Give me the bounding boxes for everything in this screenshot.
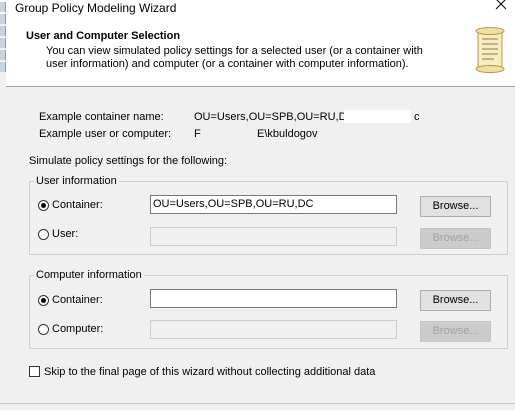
window-title: Group Policy Modeling Wizard xyxy=(15,1,177,15)
skip-checkbox[interactable] xyxy=(29,366,40,377)
computer-container-radio[interactable]: Container: xyxy=(38,294,103,306)
radio-selected-icon xyxy=(38,199,49,211)
computer-browse-button[interactable]: Browse... xyxy=(420,321,491,342)
footer-divider xyxy=(0,403,515,404)
computer-radio[interactable]: Computer: xyxy=(38,323,103,335)
user-input[interactable] xyxy=(150,227,397,246)
example-user-value: E\kbuldogov xyxy=(257,128,318,140)
example-container-label: Example container name: xyxy=(39,111,164,123)
user-browse-button[interactable]: Browse... xyxy=(420,228,491,249)
user-information-legend: User information xyxy=(34,175,119,187)
user-container-browse-button[interactable]: Browse... xyxy=(420,196,491,217)
radio-selected-icon xyxy=(38,294,49,306)
radio-unselected-icon xyxy=(38,228,49,240)
title-bar: Group Policy Modeling Wizard xyxy=(0,0,515,20)
example-user-label: Example user or computer: xyxy=(39,128,172,140)
page-description: You can view simulated policy settings f… xyxy=(46,45,423,70)
computer-information-legend: Computer information xyxy=(34,269,144,281)
computer-label: Computer: xyxy=(52,323,104,335)
user-radio[interactable]: User: xyxy=(38,228,78,240)
computer-container-input[interactable] xyxy=(150,289,397,308)
close-icon[interactable] xyxy=(487,0,515,15)
user-container-input[interactable]: OU=Users,OU=SPB,OU=RU,DC xyxy=(150,195,397,214)
user-label: User: xyxy=(52,228,79,240)
radio-unselected-icon xyxy=(38,323,49,335)
example-container-suffix: c xyxy=(414,111,420,123)
scroll-icon xyxy=(475,27,505,73)
redacted-text xyxy=(344,110,411,123)
user-container-label: Container: xyxy=(52,199,103,211)
skip-checkbox-label: Skip to the final page of this wizard wi… xyxy=(44,366,376,378)
wizard-header: User and Computer Selection You can view… xyxy=(6,20,515,87)
page-title: User and Computer Selection xyxy=(26,30,181,42)
user-container-radio[interactable]: Container: xyxy=(38,199,103,211)
simulate-label: Simulate policy settings for the followi… xyxy=(29,155,228,167)
computer-container-label: Container: xyxy=(52,294,103,306)
computer-input[interactable] xyxy=(150,320,397,339)
example-user-prefix: F xyxy=(194,128,201,140)
example-container-value: OU=Users,OU=SPB,OU=RU,DC= xyxy=(194,111,361,123)
computer-container-browse-button[interactable]: Browse... xyxy=(420,290,491,311)
